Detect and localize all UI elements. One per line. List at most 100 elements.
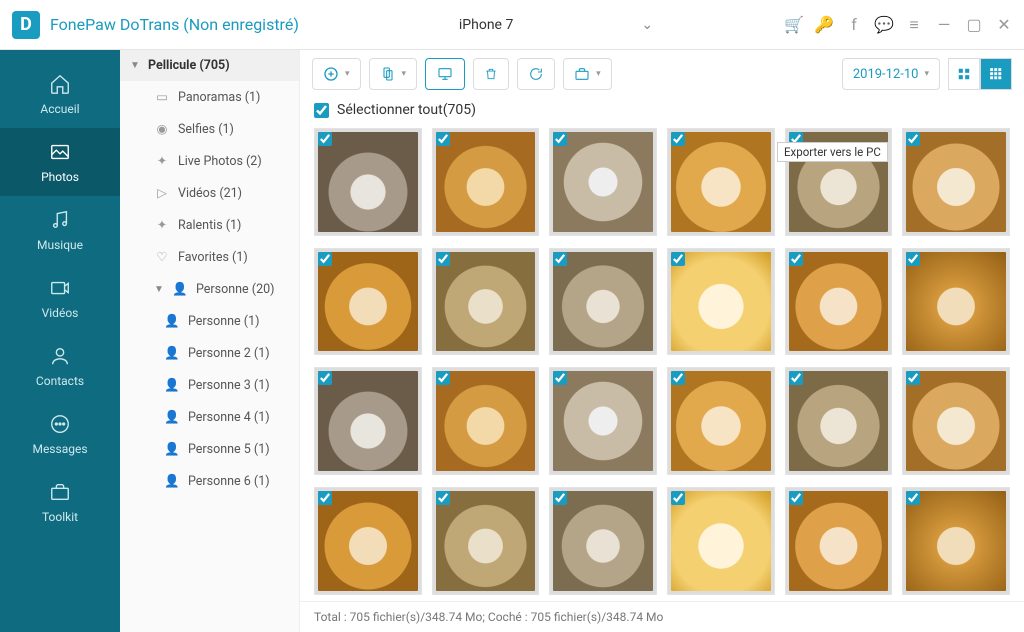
thumb-checkbox[interactable] xyxy=(671,252,685,266)
thumb-checkbox[interactable] xyxy=(789,371,803,385)
folder-button[interactable]: ▾ xyxy=(563,58,612,90)
album-icon: ▷ xyxy=(154,185,170,201)
tree-item[interactable]: ◉Selfies (1) xyxy=(120,113,299,145)
thumb-checkbox[interactable] xyxy=(436,252,450,266)
key-icon[interactable]: 🔑 xyxy=(816,17,832,33)
feedback-icon[interactable]: 💬 xyxy=(876,17,892,33)
view-grid-button[interactable] xyxy=(980,58,1012,90)
photo-thumb[interactable] xyxy=(667,487,775,595)
tree-person-item[interactable]: 👤Personne 6 (1) xyxy=(120,465,299,497)
photo-thumb[interactable] xyxy=(667,248,775,356)
tree-root[interactable]: ▼Pellicule (705) xyxy=(120,50,299,81)
nav-contacts[interactable]: Contacts xyxy=(0,332,120,400)
photo-thumb[interactable] xyxy=(314,487,422,595)
tree-item[interactable]: ▷Vidéos (21) xyxy=(120,177,299,209)
person-icon: 👤 xyxy=(172,281,188,297)
select-all-checkbox[interactable] xyxy=(314,103,329,118)
thumb-checkbox[interactable] xyxy=(318,491,332,505)
maximize-icon[interactable]: ▢ xyxy=(966,17,982,33)
tree-person-item[interactable]: 👤Personne 3 (1) xyxy=(120,369,299,401)
photo-thumb[interactable] xyxy=(314,367,422,475)
photo-thumb[interactable] xyxy=(314,248,422,356)
close-icon[interactable]: ✕ xyxy=(996,17,1012,33)
nav-messages[interactable]: Messages xyxy=(0,400,120,468)
nav-contacts-label: Contacts xyxy=(36,374,84,388)
person-icon: 👤 xyxy=(164,441,180,457)
thumb-checkbox[interactable] xyxy=(318,252,332,266)
nav-toolkit[interactable]: Toolkit xyxy=(0,468,120,536)
chevron-down-icon: ▾ xyxy=(924,69,929,79)
cart-icon[interactable]: 🛒 xyxy=(786,17,802,33)
thumb-checkbox[interactable] xyxy=(553,491,567,505)
toolkit-icon xyxy=(48,480,72,504)
delete-button[interactable] xyxy=(473,58,509,90)
menu-icon[interactable]: ≡ xyxy=(906,17,922,33)
device-selector[interactable]: iPhone 7 ⌄ xyxy=(439,13,665,37)
album-icon: ◉ xyxy=(154,121,170,137)
thumb-checkbox[interactable] xyxy=(553,252,567,266)
thumb-checkbox[interactable] xyxy=(906,132,920,146)
thumb-checkbox[interactable] xyxy=(436,132,450,146)
thumb-checkbox[interactable] xyxy=(906,491,920,505)
photo-thumb[interactable] xyxy=(667,367,775,475)
tree-person-item[interactable]: 👤Personne 2 (1) xyxy=(120,337,299,369)
photo-thumb[interactable] xyxy=(785,248,893,356)
date-picker[interactable]: 2019-12-10▾ xyxy=(842,58,940,90)
photo-thumb[interactable] xyxy=(549,487,657,595)
refresh-button[interactable] xyxy=(517,58,555,90)
thumb-image xyxy=(436,132,536,232)
photo-thumb[interactable] xyxy=(549,367,657,475)
thumb-checkbox[interactable] xyxy=(906,252,920,266)
photo-thumb[interactable] xyxy=(902,248,1010,356)
nav-photos[interactable]: Photos xyxy=(0,128,120,196)
facebook-icon[interactable]: f xyxy=(846,17,862,33)
thumb-checkbox[interactable] xyxy=(671,371,685,385)
tree-person-item[interactable]: 👤Personne 4 (1) xyxy=(120,401,299,433)
thumb-checkbox[interactable] xyxy=(671,491,685,505)
to-device-button[interactable]: ▾ xyxy=(369,58,418,90)
thumb-checkbox[interactable] xyxy=(671,132,685,146)
photo-thumb[interactable] xyxy=(785,367,893,475)
photo-thumb[interactable] xyxy=(314,128,422,236)
photo-thumb[interactable] xyxy=(432,487,540,595)
thumb-checkbox[interactable] xyxy=(553,371,567,385)
tree-person-header[interactable]: ▼👤Personne (20) xyxy=(120,273,299,305)
tree-item[interactable]: ✦Live Photos (2) xyxy=(120,145,299,177)
tree-person-item[interactable]: 👤Personne (1) xyxy=(120,305,299,337)
thumb-checkbox[interactable] xyxy=(789,252,803,266)
photo-thumb[interactable] xyxy=(432,248,540,356)
photo-grid xyxy=(300,126,1024,601)
photo-thumb[interactable] xyxy=(785,487,893,595)
thumb-checkbox[interactable] xyxy=(436,491,450,505)
thumb-checkbox[interactable] xyxy=(318,132,332,146)
thumb-checkbox[interactable] xyxy=(906,371,920,385)
tree-item[interactable]: ✦Ralentis (1) xyxy=(120,209,299,241)
minimize-icon[interactable]: — xyxy=(936,17,952,33)
thumb-checkbox[interactable] xyxy=(553,132,567,146)
thumb-checkbox[interactable] xyxy=(789,491,803,505)
photo-thumb[interactable] xyxy=(902,128,1010,236)
album-icon: ✦ xyxy=(154,217,170,233)
caret-down-icon: ▼ xyxy=(130,60,140,71)
add-button[interactable]: ▾ xyxy=(312,58,361,90)
photo-thumb[interactable] xyxy=(902,367,1010,475)
tree-item[interactable]: ▭Panoramas (1) xyxy=(120,81,299,113)
thumb-image xyxy=(553,132,653,232)
nav-home[interactable]: Accueil xyxy=(0,60,120,128)
tree-person-item[interactable]: 👤Personne 5 (1) xyxy=(120,433,299,465)
view-list-button[interactable] xyxy=(948,58,980,90)
export-to-pc-button[interactable] xyxy=(425,58,465,90)
photo-thumb[interactable] xyxy=(432,367,540,475)
status-bar: Total : 705 fichier(s)/348.74 Mo; Coché … xyxy=(300,601,1024,632)
photo-thumb[interactable] xyxy=(667,128,775,236)
photo-thumb[interactable] xyxy=(902,487,1010,595)
thumb-checkbox[interactable] xyxy=(436,371,450,385)
nav-videos[interactable]: Vidéos xyxy=(0,264,120,332)
nav-music[interactable]: Musique xyxy=(0,196,120,264)
photo-thumb[interactable] xyxy=(549,248,657,356)
tree-item[interactable]: ♡Favorites (1) xyxy=(120,241,299,273)
thumb-image xyxy=(671,491,771,591)
photo-thumb[interactable] xyxy=(549,128,657,236)
thumb-checkbox[interactable] xyxy=(318,371,332,385)
photo-thumb[interactable] xyxy=(432,128,540,236)
